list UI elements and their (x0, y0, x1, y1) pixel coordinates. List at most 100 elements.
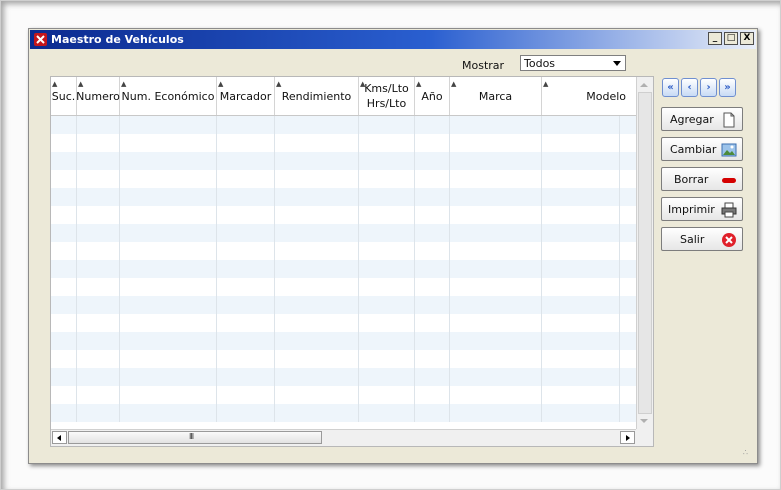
table-cell[interactable] (217, 386, 275, 404)
table-cell[interactable] (120, 188, 217, 206)
table-cell[interactable] (120, 278, 217, 296)
table-cell[interactable] (450, 116, 542, 134)
table-cell[interactable] (359, 404, 415, 422)
table-row[interactable] (51, 332, 636, 350)
table-cell[interactable] (359, 206, 415, 224)
table-cell[interactable] (51, 206, 77, 224)
table-row[interactable] (51, 170, 636, 188)
table-row[interactable] (51, 242, 636, 260)
column-header-kms-lto[interactable]: ▲ Kms/Lto Hrs/Lto (359, 77, 415, 115)
table-cell[interactable] (77, 332, 120, 350)
table-row[interactable] (51, 404, 636, 422)
table-cell[interactable] (217, 350, 275, 368)
table-cell[interactable] (415, 386, 450, 404)
table-cell[interactable] (450, 386, 542, 404)
vehicles-table[interactable]: ▲ Suc. ▲ Numero ▲ Num. Económico ▲ Marcador … (50, 76, 654, 447)
column-header-ano[interactable]: ▲ Año (415, 77, 450, 115)
horizontal-scroll-thumb[interactable]: III (68, 431, 322, 444)
table-cell[interactable] (542, 152, 620, 170)
table-cell[interactable] (120, 314, 217, 332)
table-cell[interactable] (217, 368, 275, 386)
table-cell[interactable] (77, 350, 120, 368)
table-cell[interactable] (450, 368, 542, 386)
table-cell[interactable] (77, 152, 120, 170)
table-cell[interactable] (415, 368, 450, 386)
column-header-marcador[interactable]: ▲ Marcador (217, 77, 275, 115)
table-cell[interactable] (120, 260, 217, 278)
table-row[interactable] (51, 206, 636, 224)
table-cell[interactable] (275, 242, 359, 260)
table-row[interactable] (51, 278, 636, 296)
column-header-numero[interactable]: ▲ Numero (76, 77, 120, 115)
first-record-button[interactable]: « (662, 78, 679, 97)
table-cell[interactable] (359, 134, 415, 152)
horizontal-scrollbar[interactable]: III (51, 429, 636, 446)
table-cell[interactable] (217, 170, 275, 188)
table-cell[interactable] (120, 296, 217, 314)
table-cell[interactable] (275, 368, 359, 386)
column-header-rendimiento[interactable]: ▲ Rendimiento (275, 77, 359, 115)
table-cell[interactable] (542, 404, 620, 422)
table-cell[interactable] (359, 152, 415, 170)
table-cell[interactable] (542, 296, 620, 314)
table-cell[interactable] (542, 170, 620, 188)
table-cell[interactable] (450, 206, 542, 224)
delete-button[interactable]: Borrar (661, 167, 743, 191)
table-cell[interactable] (275, 386, 359, 404)
table-row[interactable] (51, 260, 636, 278)
table-cell[interactable] (275, 314, 359, 332)
table-cell[interactable] (359, 350, 415, 368)
table-cell[interactable] (359, 170, 415, 188)
table-cell[interactable] (275, 278, 359, 296)
table-cell[interactable] (359, 368, 415, 386)
next-record-button[interactable]: › (700, 78, 717, 97)
table-cell[interactable] (275, 332, 359, 350)
table-cell[interactable] (450, 332, 542, 350)
table-body[interactable] (51, 116, 636, 429)
table-cell[interactable] (51, 296, 77, 314)
column-header-marca[interactable]: ▲ Marca (450, 77, 542, 115)
table-cell[interactable] (359, 278, 415, 296)
scroll-left-button[interactable] (52, 431, 67, 444)
previous-record-button[interactable]: ‹ (681, 78, 698, 97)
table-cell[interactable] (51, 386, 77, 404)
table-cell[interactable] (120, 134, 217, 152)
table-cell[interactable] (217, 206, 275, 224)
table-cell[interactable] (77, 224, 120, 242)
maximize-button[interactable]: □ (724, 32, 738, 45)
table-cell[interactable] (359, 296, 415, 314)
table-cell[interactable] (415, 314, 450, 332)
table-cell[interactable] (450, 260, 542, 278)
table-cell[interactable] (217, 224, 275, 242)
table-cell[interactable] (542, 278, 620, 296)
table-cell[interactable] (450, 296, 542, 314)
table-cell[interactable] (120, 170, 217, 188)
table-row[interactable] (51, 188, 636, 206)
scroll-up-icon[interactable] (640, 83, 648, 87)
column-header-modelo[interactable]: ▲ Modelo (542, 77, 637, 115)
table-cell[interactable] (217, 188, 275, 206)
table-cell[interactable] (51, 260, 77, 278)
table-cell[interactable] (120, 152, 217, 170)
close-button[interactable]: X (740, 32, 754, 45)
table-cell[interactable] (450, 314, 542, 332)
table-cell[interactable] (542, 224, 620, 242)
table-cell[interactable] (415, 332, 450, 350)
table-cell[interactable] (275, 152, 359, 170)
table-row[interactable] (51, 296, 636, 314)
table-cell[interactable] (51, 170, 77, 188)
table-cell[interactable] (77, 368, 120, 386)
table-cell[interactable] (542, 368, 620, 386)
table-cell[interactable] (450, 404, 542, 422)
edit-button[interactable]: Cambiar (661, 137, 743, 161)
table-cell[interactable] (542, 188, 620, 206)
table-cell[interactable] (450, 152, 542, 170)
table-cell[interactable] (275, 350, 359, 368)
filter-select[interactable]: Todos (520, 55, 626, 71)
table-cell[interactable] (217, 134, 275, 152)
table-cell[interactable] (120, 332, 217, 350)
table-cell[interactable] (77, 188, 120, 206)
table-cell[interactable] (120, 206, 217, 224)
table-cell[interactable] (77, 278, 120, 296)
table-cell[interactable] (450, 188, 542, 206)
